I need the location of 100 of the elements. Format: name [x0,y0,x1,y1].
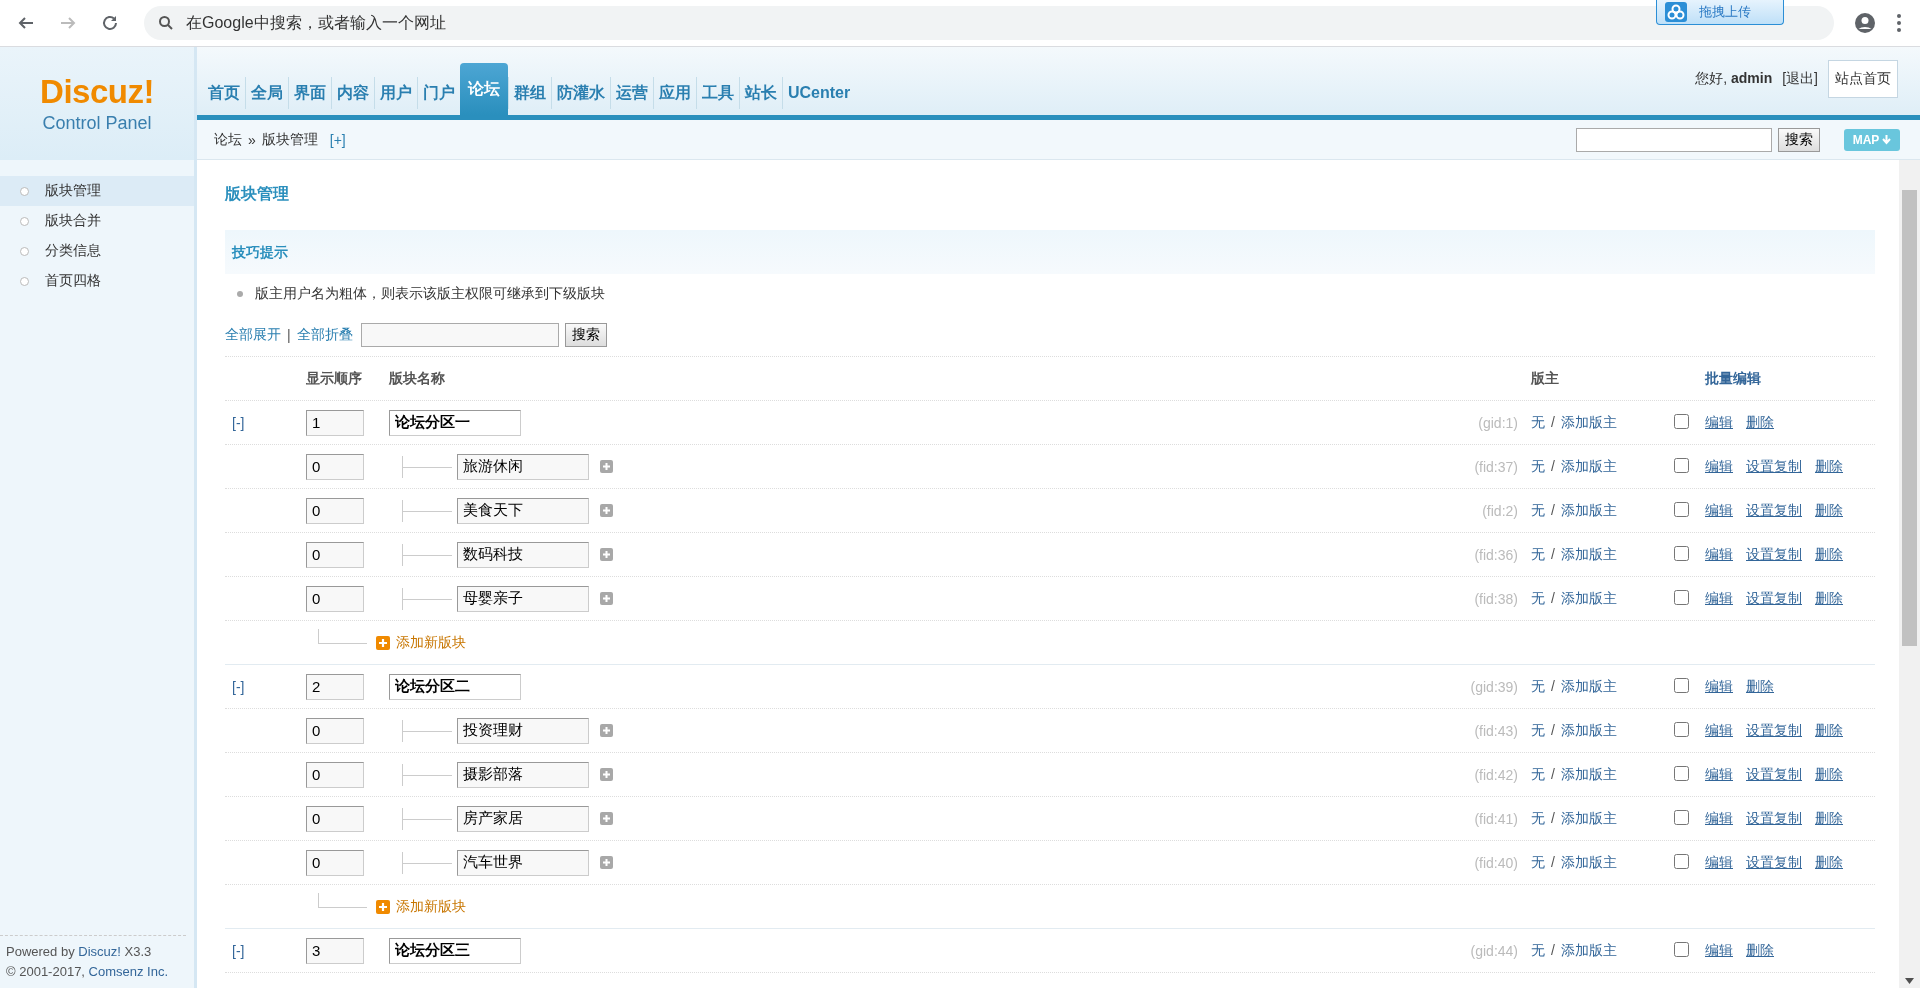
moderator-link[interactable]: 无 [1531,413,1545,432]
moderator-link[interactable]: 无 [1531,809,1545,828]
action-link[interactable]: 删除 [1815,501,1843,520]
order-field[interactable]: 2 [306,673,364,700]
down-arrow-icon[interactable] [1905,978,1914,984]
moderator-link[interactable]: 无 [1531,677,1545,696]
action-link[interactable]: 删除 [1815,721,1843,740]
action-link[interactable]: 删除 [1815,809,1843,828]
add-moderator-link[interactable]: 添加版主 [1560,721,1617,740]
nav-tab[interactable]: 用户 [374,77,417,109]
sidebar-item[interactable]: 首页四格 [0,266,194,296]
collapse-toggle[interactable]: [-] [225,678,306,695]
forum-name-field[interactable]: 母婴亲子 [457,585,589,612]
order-field[interactable]: 0 [306,717,364,744]
forum-name-field[interactable]: 摄影部落 [457,761,589,788]
order-field[interactable]: 0 [306,761,364,788]
action-link[interactable]: 删除 [1746,677,1774,696]
plus-icon[interactable] [600,812,613,825]
forum-name-field[interactable]: 房产家居 [457,805,589,832]
action-link[interactable]: 编辑 [1705,677,1733,696]
action-link[interactable]: 编辑 [1705,765,1733,784]
add-moderator-link[interactable]: 添加版主 [1560,545,1617,564]
sidebar-item[interactable]: 版块管理 [0,176,194,206]
checkbox[interactable] [1674,853,1689,869]
action-link[interactable]: 设置复制 [1746,721,1802,740]
add-moderator-link[interactable]: 添加版主 [1560,589,1617,608]
action-link[interactable]: 编辑 [1705,545,1733,564]
collapse-all-link[interactable]: 全部折叠 [296,326,353,344]
order-field[interactable]: 0 [306,497,364,524]
action-link[interactable]: 设置复制 [1746,545,1802,564]
add-moderator-link[interactable]: 添加版主 [1560,677,1617,696]
add-moderator-link[interactable]: 添加版主 [1560,501,1617,520]
add-moderator-link[interactable]: 添加版主 [1560,809,1617,828]
add-forum-link[interactable]: 添加新版块 [376,633,466,652]
footer-link[interactable]: Comsenz Inc. [88,964,169,979]
group-name-field[interactable]: 论坛分区二 [389,673,521,700]
action-link[interactable]: 设置复制 [1746,457,1802,476]
action-link[interactable]: 删除 [1746,941,1774,960]
plus-icon[interactable] [600,460,613,473]
moderator-link[interactable]: 无 [1531,501,1545,520]
action-link[interactable]: 删除 [1815,545,1843,564]
action-link[interactable]: 编辑 [1705,809,1733,828]
order-field[interactable]: 0 [306,541,364,568]
scrollbar[interactable] [1899,160,1920,988]
action-link[interactable]: 设置复制 [1746,765,1802,784]
action-link[interactable]: 设置复制 [1746,853,1802,872]
plus-icon[interactable] [600,724,613,737]
plus-icon[interactable] [600,548,613,561]
search-field[interactable] [360,323,559,347]
account-icon[interactable] [1854,12,1876,34]
moderator-link[interactable]: 无 [1531,721,1545,740]
action-link[interactable]: 编辑 [1705,941,1733,960]
nav-tab[interactable]: 界面 [288,77,331,109]
search-button[interactable]: 搜索 [564,323,607,347]
checkbox[interactable] [1674,457,1689,473]
order-field[interactable]: 3 [306,937,364,964]
checkbox[interactable] [1674,809,1689,825]
checkbox[interactable] [1674,589,1689,605]
logout-link[interactable]: [退出] [1782,70,1818,88]
action-link[interactable]: 删除 [1815,853,1843,872]
site-home-button[interactable]: 站点首页 [1828,60,1898,98]
plus-icon[interactable] [600,592,613,605]
checkbox[interactable] [1674,941,1689,957]
action-link[interactable]: 删除 [1815,589,1843,608]
action-link[interactable]: 删除 [1746,413,1774,432]
nav-tab[interactable]: 工具 [696,77,739,109]
order-field[interactable]: 1 [306,409,364,436]
order-field[interactable]: 0 [306,805,364,832]
sidebar-item[interactable]: 分类信息 [0,236,194,266]
checkbox[interactable] [1674,501,1689,517]
action-link[interactable]: 编辑 [1705,721,1733,740]
action-link[interactable]: 编辑 [1705,457,1733,476]
moderator-link[interactable]: 无 [1531,545,1545,564]
moderator-link[interactable]: 无 [1531,765,1545,784]
nav-tab[interactable]: 防灌水 [551,77,610,109]
plus-icon[interactable] [600,856,613,869]
group-name-field[interactable]: 论坛分区三 [389,937,521,964]
moderator-link[interactable]: 无 [1531,941,1545,960]
collapse-toggle[interactable]: [-] [225,942,306,959]
menu-icon[interactable] [1896,13,1902,33]
forum-name-field[interactable]: 汽车世界 [457,849,589,876]
action-link[interactable]: 设置复制 [1746,501,1802,520]
nav-tab[interactable]: 应用 [653,77,696,109]
expand-all-link[interactable]: 全部展开 [225,326,281,344]
add-forum-link[interactable]: 添加新版块 [376,897,466,916]
add-moderator-link[interactable]: 添加版主 [1560,941,1617,960]
action-link[interactable]: 编辑 [1705,589,1733,608]
search-button[interactable]: 搜索 [1778,127,1820,152]
add-link[interactable]: [+] [329,131,346,148]
action-link[interactable]: 编辑 [1705,853,1733,872]
checkbox[interactable] [1674,677,1689,693]
checkbox[interactable] [1674,413,1689,429]
plus-icon[interactable] [600,504,613,517]
forum-name-field[interactable]: 投资理财 [457,717,589,744]
moderator-link[interactable]: 无 [1531,457,1545,476]
moderator-link[interactable]: 无 [1531,853,1545,872]
forum-name-field[interactable]: 数码科技 [457,541,589,568]
nav-tab[interactable]: 全局 [245,77,288,109]
search-field[interactable] [1576,127,1772,152]
plus-icon[interactable] [600,768,613,781]
